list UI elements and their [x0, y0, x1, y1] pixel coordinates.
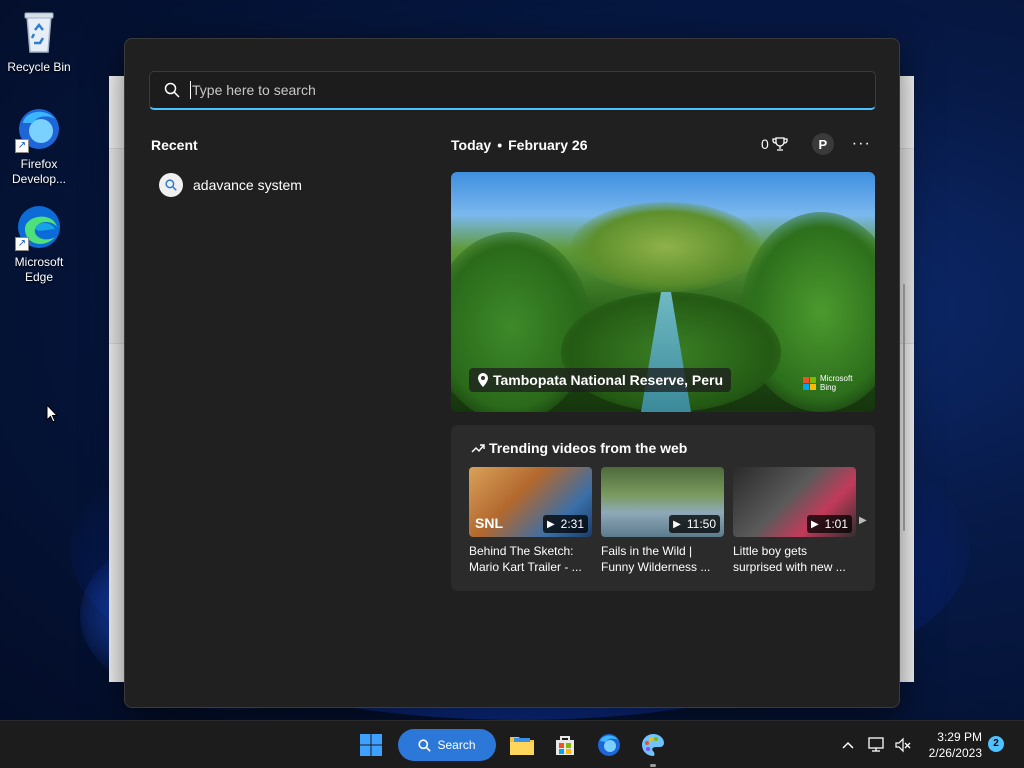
recent-search-item[interactable]: adavance system [159, 173, 302, 197]
location-name: Tambopata National Reserve, Peru [493, 372, 724, 388]
brand-line: Bing [820, 383, 837, 392]
recycle-bin-icon [15, 8, 63, 56]
today-label: Today [451, 137, 492, 153]
trending-heading[interactable]: Trending videos from the web [471, 440, 687, 456]
trending-title: Trending videos from the web [489, 440, 688, 456]
search-icon [418, 738, 432, 752]
notification-badge[interactable]: 2 [988, 736, 1004, 752]
more-options-button[interactable]: ··· [852, 135, 871, 153]
today-date: February 26 [508, 137, 588, 153]
video-title: Behind The Sketch: Mario Kart Trailer - … [469, 544, 582, 574]
recent-heading: Recent [151, 137, 198, 153]
desktop-icon-label: Recycle Bin [7, 60, 71, 74]
play-icon: ▶ [810, 518, 819, 530]
search-history-icon [159, 173, 183, 197]
running-indicator [650, 764, 656, 767]
trending-videos-card: Trending videos from the web SNL ▶ 2:31 B… [451, 425, 875, 591]
video-title: Fails in the Wild | Funny Wilderness ... [601, 544, 711, 574]
video-title: Little boy gets surprised with new ... [733, 544, 846, 574]
clock-date: 2/26/2023 [928, 746, 982, 760]
volume-muted-icon [895, 737, 911, 753]
microsoft-bing-logo: Microsoft Bing [803, 374, 852, 392]
show-hidden-icons-button[interactable] [838, 729, 858, 761]
search-box[interactable] [149, 71, 876, 110]
desktop-icon-label: Firefox [20, 157, 58, 171]
network-icon [868, 737, 884, 752]
desktop-icon-label: Microsoft [14, 255, 64, 269]
date-separator: • [497, 137, 503, 153]
play-icon: ▶ [546, 518, 555, 530]
microsoft-store-button[interactable] [550, 729, 580, 761]
location-badge[interactable]: Tambopata National Reserve, Peru [469, 368, 732, 392]
desktop-icon-firefox-developer[interactable]: ↗ Firefox Develop... [1, 105, 77, 187]
windows-logo-icon [360, 734, 382, 756]
rewards-points-button[interactable]: 0 [761, 136, 788, 152]
video-thumbnail: SNL ▶ 2:31 [469, 467, 592, 537]
video-item[interactable]: SNL ▶ 2:31 Behind The Sketch: Mario Kart … [469, 467, 592, 575]
search-icon [164, 82, 180, 98]
mouse-cursor-icon [46, 403, 59, 429]
taskbar-search-label: Search [437, 738, 476, 752]
desktop-icon-recycle-bin[interactable]: Recycle Bin [1, 8, 77, 75]
desktop-icon-microsoft-edge[interactable]: ↗ Microsoft Edge [1, 203, 77, 285]
location-pin-icon [478, 373, 488, 387]
text-caret [190, 81, 191, 99]
recent-item-label: adavance system [193, 177, 302, 193]
today-header: Today • February 26 [451, 137, 587, 153]
search-flyout: Recent adavance system Today • February 26… [124, 38, 905, 708]
video-thumbnail: ▶ 11:50 [601, 467, 724, 537]
microsoft-logo-icon [803, 376, 816, 390]
brand-line: Microsoft [820, 374, 853, 383]
video-thumbnail: ▶ 1:01 [733, 467, 856, 537]
profile-avatar[interactable]: P [811, 133, 834, 155]
folder-icon [510, 737, 534, 755]
clock-time: 3:29 PM [937, 730, 982, 744]
desktop-icon-label: Edge [24, 270, 54, 284]
file-explorer-button[interactable] [507, 729, 537, 761]
rewards-points-value: 0 [761, 136, 769, 152]
paint-palette-icon [642, 734, 664, 756]
shortcut-arrow-icon: ↗ [15, 139, 29, 153]
search-input[interactable] [192, 82, 792, 98]
trophy-icon [772, 137, 788, 151]
trending-arrow-icon [471, 444, 485, 453]
next-videos-arrow-icon[interactable]: ▶ [859, 515, 867, 526]
edge-icon: ↗ [15, 203, 63, 251]
firefox-developer-icon: ↗ [15, 105, 63, 153]
shortcut-arrow-icon: ↗ [15, 237, 29, 251]
start-button[interactable] [356, 729, 386, 761]
header-controls: 0 P ··· [761, 133, 871, 155]
video-duration: ▶ 1:01 [806, 515, 852, 533]
play-icon: ▶ [673, 518, 681, 530]
video-item[interactable]: ▶ 1:01 Little boy gets surprised with new… [733, 467, 856, 575]
video-duration: ▶ 2:31 [542, 515, 588, 533]
snl-logo: SNL [475, 515, 503, 531]
taskbar: Search 3:29 PM 2/26/2023 [0, 720, 1024, 768]
video-item[interactable]: ▶ 11:50 Fails in the Wild | Funny Wildern… [601, 467, 724, 575]
network-status-button[interactable] [866, 729, 888, 761]
video-duration: ▶ 11:50 [669, 515, 720, 533]
store-icon [556, 736, 574, 755]
taskbar-clock[interactable]: 3:29 PM 2/26/2023 [920, 729, 982, 761]
bing-image-card[interactable]: Tambopata National Reserve, Peru Microso… [451, 172, 875, 412]
paint-taskbar-button[interactable] [638, 729, 668, 767]
volume-button[interactable] [892, 729, 914, 761]
firefox-icon [598, 734, 620, 756]
desktop-icon-label: Develop... [11, 172, 67, 186]
chevron-up-icon [842, 741, 854, 749]
firefox-taskbar-button[interactable] [594, 729, 624, 761]
taskbar-search-button[interactable]: Search [398, 729, 496, 761]
scrollbar[interactable] [903, 284, 905, 531]
